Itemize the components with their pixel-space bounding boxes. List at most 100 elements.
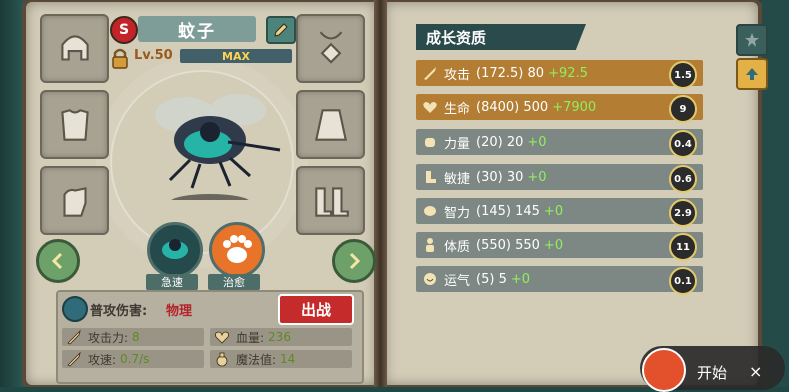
growth-label: 力量 [444,136,471,152]
growth-base: (5) 5 [476,271,507,287]
stat-hp: 血量: 236 [210,328,352,346]
growth-row-luck: 运气 (5) 5 +0 0.1 [416,266,703,295]
record-button[interactable] [642,348,686,392]
growth-label: 体质 [444,239,471,255]
growth-badge: 11 [669,233,697,261]
armor-icon [60,108,89,141]
helmet-icon [60,34,89,61]
side-tab-star[interactable] [736,24,768,56]
brain-icon [424,206,436,216]
stat-value: 236 [268,330,291,344]
stat-attack-speed: 攻速: 0.7/s [62,350,204,368]
growth-base: (145) 145 [476,203,540,219]
growth-bonus: +0 [527,169,547,185]
stat-value: 0.7/s [120,352,150,366]
next-character-button[interactable] [332,239,376,283]
previous-character-button[interactable] [36,239,80,283]
boot-icon [426,171,436,183]
stat-attack-power: 攻击力: 8 [62,328,204,346]
growth-label: 运气 [444,273,471,289]
boots-slot[interactable] [296,166,365,235]
fist-icon [425,138,435,147]
level-text: Lv.50 [134,48,173,63]
necklace-icon [319,31,342,64]
gloves-slot[interactable] [40,166,109,235]
growth-bonus: +92.5 [548,65,588,81]
growth-badge: 2.9 [669,199,697,227]
growth-bonus: +0 [527,134,547,150]
growth-base: (30) 30 [476,169,524,185]
growth-row-strength: 力量 (20) 20 +0 0.4 [416,129,703,158]
growth-row-attack: 攻击 (172.5) 80 +92.5 1.5 [416,60,703,89]
helmet-slot[interactable] [40,14,109,83]
skill-haste-label: 急速 [146,274,198,290]
necklace-slot[interactable] [296,14,365,83]
growth-badge: 0.4 [669,130,697,158]
armor-slot[interactable] [40,90,109,159]
potion-icon [216,352,228,367]
start-label[interactable]: 开始 [697,362,727,383]
cape-slot[interactable] [296,90,365,159]
stat-mana: 魔法值: 14 [210,350,352,368]
sword-icon [67,329,81,345]
mosquito-creature [155,94,281,200]
growth-label: 生命 [444,101,471,117]
deploy-button[interactable]: 出战 [278,294,354,325]
clover-icon [424,273,436,285]
close-icon[interactable]: × [749,362,762,381]
growth-row-constitution: 体质 (550) 550 +0 11 [416,232,703,261]
rename-button[interactable] [266,16,296,44]
skill-heal[interactable] [209,222,265,278]
stat-value: 8 [132,330,140,344]
growth-base: (20) 20 [476,134,524,150]
stat-value: 14 [280,352,296,366]
sword-icon [424,67,436,80]
paw-icon [223,235,252,263]
growth-badge: 0.1 [669,267,697,295]
haste-skill-icon [162,239,188,259]
growth-base: (550) 550 [476,237,540,253]
level-max-bar: MAX [180,49,292,63]
growth-badge: 9 [669,95,697,123]
growth-badge: 0.6 [669,165,697,193]
growth-bonus: +0 [543,237,564,253]
growth-label: 敏捷 [444,171,471,187]
pencil-icon [274,23,288,37]
growth-title: 成长资质 [416,24,586,50]
stat-label: 血量: [236,330,265,345]
boots-icon [314,186,349,217]
star-icon [745,33,759,47]
side-tab-upgrade[interactable] [736,58,768,90]
lock-icon[interactable] [110,47,130,69]
growth-row-hp: 生命 (8400) 500 +7900 9 [416,94,703,123]
gloves-icon [62,186,87,217]
character-name: 蚊子 [138,16,256,42]
growth-label: 攻击 [444,67,471,83]
growth-badge: 1.5 [669,61,697,89]
book-spine [374,0,387,387]
growth-label: 智力 [444,205,471,221]
sword-icon [67,351,81,367]
chevron-left-icon [51,252,63,270]
attack-type-value: 物理 [166,304,193,319]
arrow-up-icon [746,68,758,80]
attack-type-label: 普攻伤害: [90,304,148,319]
skill-heal-label: 治愈 [208,274,260,290]
growth-row-intelligence: 智力 (145) 145 +0 2.9 [416,198,703,227]
growth-row-agility: 敏捷 (30) 30 +0 0.6 [416,164,703,193]
stat-label: 攻速: [88,352,117,367]
heart-icon [214,331,230,344]
skill-haste[interactable] [147,222,203,278]
heart-icon [423,102,437,113]
growth-bonus: +0 [510,271,531,287]
growth-base: (172.5) 80 [476,65,545,81]
growth-base: (8400) 500 [476,99,549,115]
rank-badge: S [110,16,138,44]
body-icon [426,238,434,252]
growth-bonus: +7900 [552,99,597,115]
chevron-right-icon [349,252,361,270]
attack-type-icon [62,296,88,322]
cape-icon [314,108,347,141]
stat-label: 魔法值: [236,352,277,367]
stat-label: 攻击力: [88,330,129,345]
